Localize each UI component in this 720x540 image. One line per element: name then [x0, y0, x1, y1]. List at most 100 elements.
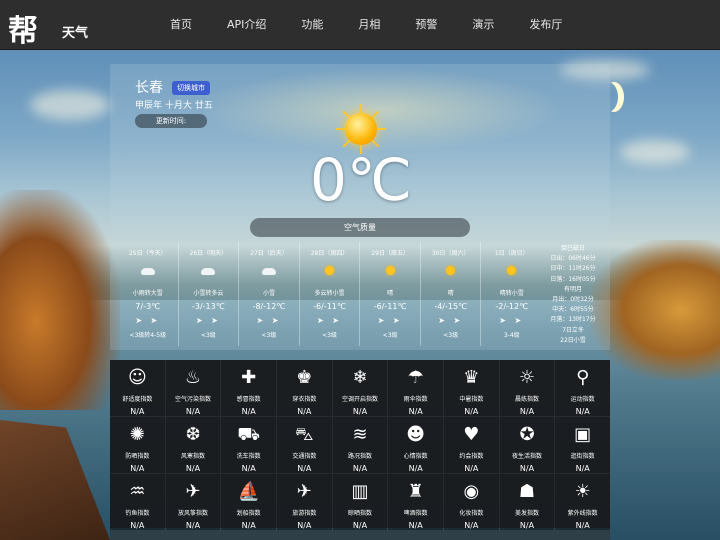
wind-level: 3-4级 [503, 332, 520, 339]
life-index-card[interactable]: ☻ 心情指数 N/A [388, 417, 443, 473]
index-value: N/A [519, 407, 535, 416]
index-value: N/A [519, 464, 535, 473]
moonrise-time: 月出：0时32分 [552, 296, 594, 304]
index-icon: ⛵ [237, 481, 260, 502]
update-time: 更新时间: [135, 114, 207, 128]
life-index-card[interactable]: ≋ 路况指数 N/A [332, 417, 388, 473]
wind-direction-icon: ➤ ➤ [499, 316, 525, 325]
life-index-card[interactable]: ☼ 晨练指数 N/A [499, 360, 555, 416]
index-icon: ☀ [574, 481, 591, 502]
top-navbar: 帮 天气 首页 API介绍 功能 月相 预警 演示 发布厅 [0, 0, 720, 50]
life-index-card[interactable]: ◉ 化妆指数 N/A [444, 474, 499, 530]
life-index-card[interactable]: ⛍ 交通指数 N/A [277, 417, 332, 473]
wind-direction-icon: ➤ ➤ [135, 316, 161, 325]
index-value: N/A [297, 407, 312, 416]
index-icon: ☗ [518, 481, 536, 502]
nav-item-features[interactable]: 功能 [291, 16, 333, 32]
nav-item-warnings[interactable]: 预警 [405, 16, 447, 32]
forecast-day: 28日（周四） 多云转小雪 -6/-11℃ ➤ ➤ <3级 [300, 242, 361, 346]
lunar-date: 甲辰年 十月大 廿五 [135, 101, 213, 111]
index-name: 化妆指数 [459, 510, 484, 517]
logo-text[interactable]: 天气 [62, 22, 88, 41]
life-index-card[interactable]: ♛ 中暑指数 N/A [444, 360, 499, 416]
life-index-card[interactable]: ❄ 空调开启指数 N/A [332, 360, 388, 416]
almanac-info: 癸巳破日 日出：06时46分 日中：11时26分 日落：16时05分 有明月 月… [542, 244, 604, 344]
sun-icon [325, 266, 335, 275]
life-index-card[interactable]: ♒ 钓鱼指数 N/A [110, 474, 165, 530]
life-index-card[interactable]: ▣ 逛街指数 N/A [555, 417, 610, 473]
forecast-desc: 晴转小雪 [499, 290, 524, 297]
life-index-card[interactable]: ✺ 防晒指数 N/A [110, 417, 165, 473]
forecast-day: 30日（周六） 晴 -4/-15℃ ➤ ➤ <3级 [421, 242, 482, 346]
index-value: N/A [352, 407, 368, 416]
index-name: 雨伞指数 [403, 396, 428, 403]
life-index-card[interactable]: ♨ 空气污染指数 N/A [165, 360, 221, 416]
index-icon: ☺ [127, 367, 147, 388]
nav-item-home[interactable]: 首页 [160, 16, 202, 32]
weather-panel: 长春 切换城市 甲辰年 十月大 廿五 更新时间: 0℃ 空气质量 25日（今天）… [110, 64, 610, 350]
life-index-card[interactable]: ♥ 约会指数 N/A [444, 417, 499, 473]
cloud-icon [201, 268, 216, 275]
cloud-decoration [620, 140, 690, 164]
index-icon: ♚ [296, 367, 313, 388]
index-name: 钓鱼指数 [125, 510, 150, 517]
index-icon: ✪ [519, 424, 535, 445]
switch-city-button[interactable]: 切换城市 [172, 81, 210, 95]
forecast-temp: 7/-3℃ [135, 302, 161, 311]
index-value: N/A [130, 407, 145, 416]
index-icon: ❆ [185, 424, 201, 445]
index-icon: ▣ [574, 424, 592, 445]
life-index-card[interactable]: ☀ 紫外线指数 N/A [555, 474, 610, 530]
forecast-day: 26日（明天） 小雪转多云 -3/-13℃ ➤ ➤ <3级 [179, 242, 240, 346]
sunset-time: 日落：16时05分 [550, 275, 596, 283]
life-index-card[interactable]: ❆ 风寒指数 N/A [165, 417, 221, 473]
forecast-temp: -8/-12℃ [252, 302, 286, 311]
index-name: 交通指数 [292, 453, 317, 460]
index-icon: ♒ [129, 481, 146, 502]
life-index-card[interactable]: ✚ 感冒指数 N/A [221, 360, 276, 416]
wind-level: <3级转4-5级 [129, 332, 167, 339]
life-index-card[interactable]: ▥ 晾晒指数 N/A [332, 474, 388, 530]
forecast-desc: 多云转小雪 [314, 290, 345, 297]
life-index-card[interactable]: ✈ 放风筝指数 N/A [165, 474, 221, 530]
index-icon: ⛍ [295, 424, 314, 445]
nav-item-moon-phase[interactable]: 月相 [348, 16, 390, 32]
index-value: N/A [352, 464, 368, 473]
cloud-icon [261, 268, 276, 275]
solar-term: 7日立冬 [562, 326, 584, 334]
life-index-card[interactable]: ☂ 雨伞指数 N/A [388, 360, 443, 416]
index-value: N/A [241, 464, 256, 473]
index-value: N/A [241, 521, 256, 530]
index-value: N/A [464, 407, 479, 416]
nav-item-demo[interactable]: 演示 [462, 16, 504, 32]
life-index-card[interactable]: ♜ 啤酒指数 N/A [388, 474, 443, 530]
index-name: 感冒指数 [236, 396, 261, 403]
life-index-card[interactable]: ☗ 美发指数 N/A [499, 474, 555, 530]
sunrise-time: 日出：06时46分 [550, 255, 596, 263]
life-index-card[interactable]: ✪ 夜生活指数 N/A [499, 417, 555, 473]
logo-mark[interactable]: 帮 [8, 6, 38, 50]
index-value: N/A [408, 464, 423, 473]
nav-item-api[interactable]: API介绍 [217, 16, 276, 32]
life-index-card[interactable]: ☺ 舒适度指数 N/A [110, 360, 165, 416]
life-index-card[interactable]: ✈ 旅游指数 N/A [277, 474, 332, 530]
forecast-temp: -3/-13℃ [192, 302, 225, 311]
life-index-card[interactable]: ⛟ 洗车指数 N/A [221, 417, 276, 473]
cloud-decoration [30, 90, 110, 120]
index-name: 防晒指数 [125, 453, 150, 460]
solar-term: 22日小雪 [560, 336, 586, 344]
wind-level: <3级 [322, 332, 337, 339]
air-quality-bar[interactable]: 空气质量 [250, 218, 470, 237]
moonset-time: 月落：13时17分 [550, 316, 596, 324]
life-index-card[interactable]: ⚲ 运动指数 N/A [555, 360, 610, 416]
noon-time: 日中：11时26分 [550, 265, 596, 273]
index-icon: ☻ [406, 424, 426, 445]
life-index-card[interactable]: ⛵ 划船指数 N/A [221, 474, 276, 530]
index-icon: ♥ [463, 424, 480, 445]
nav-item-release[interactable]: 发布厅 [519, 16, 572, 32]
index-value: N/A [575, 464, 590, 473]
index-value: N/A [185, 407, 201, 416]
index-icon: ✚ [241, 367, 257, 388]
forecast-temp: -6/-11℃ [313, 302, 346, 311]
life-index-card[interactable]: ♚ 穿衣指数 N/A [277, 360, 332, 416]
